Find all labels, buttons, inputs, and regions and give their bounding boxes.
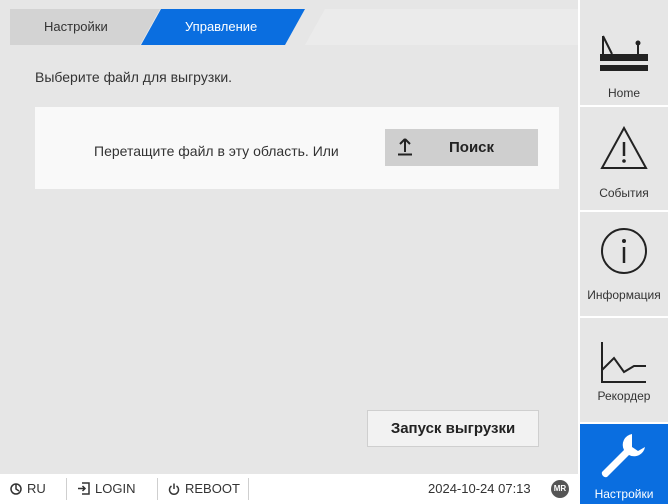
tab-settings[interactable]: Настройки bbox=[10, 9, 160, 45]
file-drop-zone[interactable]: Перетащите файл в эту область. Или Поиск bbox=[35, 107, 559, 189]
tab-management[interactable]: Управление bbox=[141, 9, 305, 45]
divider bbox=[157, 478, 158, 500]
login-button[interactable]: LOGIN bbox=[77, 481, 135, 496]
tab-strip-filler bbox=[305, 9, 578, 45]
start-upload-button[interactable]: Запуск выгрузки bbox=[367, 410, 539, 447]
info-icon bbox=[601, 228, 647, 274]
datetime: 2024-10-24 07:13 bbox=[428, 481, 531, 496]
main-panel: Настройки Управление Выберите файл для в… bbox=[0, 0, 578, 474]
wrench-icon bbox=[601, 434, 645, 478]
power-icon bbox=[168, 483, 180, 495]
transformer-icon bbox=[600, 35, 648, 71]
warning-icon bbox=[600, 126, 648, 169]
globe-icon bbox=[10, 482, 22, 495]
upload-icon bbox=[398, 138, 412, 156]
mr-logo-badge: MR bbox=[551, 480, 569, 498]
reboot-button[interactable]: REBOOT bbox=[168, 481, 240, 496]
drop-zone-text: Перетащите файл в эту область. Или bbox=[94, 143, 339, 159]
recorder-icon bbox=[601, 342, 646, 383]
sidebar-item-events[interactable]: События bbox=[580, 107, 668, 210]
search-button-label: Поиск bbox=[449, 139, 495, 156]
sidebar-item-information[interactable]: Информация bbox=[580, 212, 668, 316]
tab-settings-label: Настройки bbox=[44, 19, 108, 34]
reboot-label: REBOOT bbox=[185, 481, 240, 496]
sidebar-item-events-label: События bbox=[599, 186, 649, 200]
sidebar-item-settings-label: Настройки bbox=[594, 487, 654, 501]
language-label: RU bbox=[27, 481, 46, 496]
status-bar: RU LOGIN REBOOT 2024-10-24 07:13 MR bbox=[0, 474, 580, 504]
language-selector[interactable]: RU bbox=[10, 481, 46, 496]
tab-management-label: Управление bbox=[185, 19, 258, 34]
search-button[interactable]: Поиск bbox=[385, 129, 538, 166]
sidebar-item-recorder-label: Рекордер bbox=[597, 389, 651, 403]
instruction-text: Выберите файл для выгрузки. bbox=[35, 69, 233, 85]
divider bbox=[66, 478, 67, 500]
sidebar-item-settings[interactable]: Настройки bbox=[580, 424, 668, 504]
sidebar-item-information-label: Информация bbox=[587, 288, 661, 302]
tab-bar: Настройки Управление bbox=[10, 9, 578, 45]
login-label: LOGIN bbox=[95, 481, 136, 496]
divider bbox=[248, 478, 249, 500]
login-icon bbox=[78, 482, 90, 495]
sidebar: Home События Информация Рекордер Настрой… bbox=[580, 0, 668, 504]
sidebar-item-home[interactable]: Home bbox=[580, 0, 668, 105]
sidebar-item-recorder[interactable]: Рекордер bbox=[580, 318, 668, 422]
sidebar-item-home-label: Home bbox=[607, 86, 640, 100]
